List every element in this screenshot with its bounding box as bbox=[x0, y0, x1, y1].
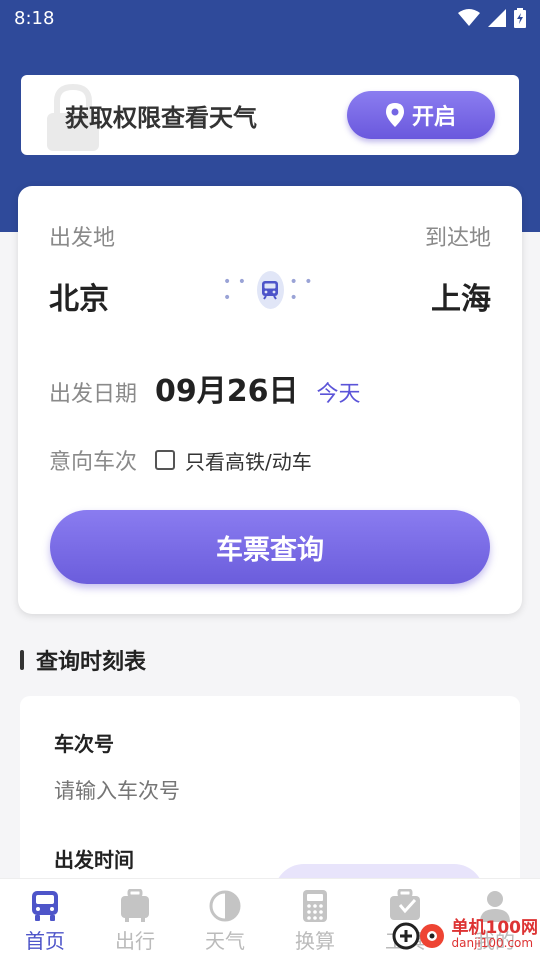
swap-button[interactable] bbox=[256, 271, 284, 309]
tab-convert[interactable]: 换算 bbox=[270, 879, 360, 960]
dots-left: • • • bbox=[223, 274, 247, 306]
battery-icon bbox=[514, 8, 526, 28]
watermark-sub: danji100.com bbox=[451, 935, 534, 950]
high-speed-label: 只看高铁/动车 bbox=[185, 449, 312, 474]
tab-weather[interactable]: 天气 bbox=[180, 879, 270, 960]
from-city[interactable]: 北京 bbox=[49, 274, 109, 318]
enable-button-label: 开启 bbox=[411, 105, 456, 130]
tab-label: 换算 bbox=[295, 929, 335, 953]
status-bar: 8:18 bbox=[0, 0, 540, 36]
enable-permission-button[interactable]: 开启 bbox=[347, 91, 495, 139]
weather-permission-banner: 获取权限查看天气 开启 bbox=[21, 75, 519, 155]
date-today: 今天 bbox=[316, 382, 361, 407]
tab-label: 出行 bbox=[115, 929, 155, 953]
luggage-icon bbox=[121, 889, 149, 922]
high-speed-only-option[interactable]: 只看高铁/动车 bbox=[155, 446, 312, 475]
watermark-text: 单机100网 danji100.com bbox=[451, 917, 539, 950]
depart-time-label: 出发时间 bbox=[54, 848, 134, 872]
site-watermark: 单机100网 danji100.com bbox=[392, 916, 539, 952]
date-row[interactable]: 出发日期 09月26日 今天 bbox=[49, 366, 361, 410]
to-city[interactable]: 上海 bbox=[431, 274, 491, 318]
location-pin-icon bbox=[385, 103, 404, 127]
weather-icon bbox=[209, 890, 241, 922]
signal-icon bbox=[488, 9, 506, 27]
tab-label: 天气 bbox=[205, 929, 245, 953]
section-title-text: 查询时刻表 bbox=[36, 650, 147, 675]
bus-icon bbox=[32, 891, 58, 921]
permission-text: 获取权限查看天气 bbox=[65, 103, 257, 132]
watermark-logo-icon bbox=[392, 922, 444, 950]
tab-home[interactable]: 首页 bbox=[0, 879, 90, 960]
section-bar bbox=[20, 650, 24, 670]
calculator-icon bbox=[303, 890, 327, 922]
dots-right: • • • bbox=[289, 274, 314, 306]
watermark-main: 单机100网 bbox=[451, 917, 539, 938]
ticket-query-button[interactable]: 车票查询 bbox=[50, 510, 490, 584]
train-number-label: 车次号 bbox=[54, 732, 114, 756]
wifi-icon bbox=[458, 9, 480, 26]
date-value[interactable]: 09月26日 bbox=[155, 366, 299, 410]
train-icon bbox=[262, 281, 278, 300]
status-time: 8:18 bbox=[14, 7, 55, 29]
swap-cities[interactable]: • • • • • • bbox=[223, 270, 317, 310]
high-speed-checkbox[interactable] bbox=[155, 450, 176, 470]
ticket-search-card: 出发地 到达地 北京 上海 • • • • • • 出发日期 09月26日 今天… bbox=[18, 186, 522, 614]
tab-label: 首页 bbox=[25, 929, 65, 953]
schedule-section-title: 查询时刻表 bbox=[20, 644, 146, 676]
train-label: 意向车次 bbox=[49, 450, 138, 475]
status-icons bbox=[458, 8, 526, 28]
tab-travel[interactable]: 出行 bbox=[90, 879, 180, 960]
train-number-input[interactable] bbox=[54, 780, 474, 804]
to-label: 到达地 bbox=[424, 226, 491, 251]
train-preference-row: 意向车次 只看高铁/动车 bbox=[49, 444, 312, 476]
date-label: 出发日期 bbox=[49, 382, 138, 407]
from-label: 出发地 bbox=[49, 226, 116, 251]
